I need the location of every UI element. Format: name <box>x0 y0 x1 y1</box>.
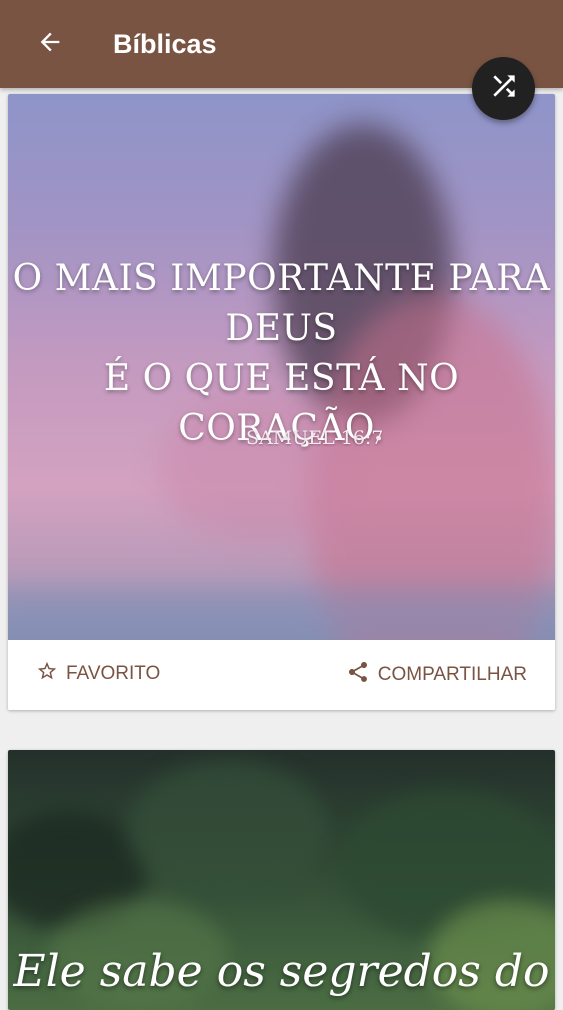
favorite-label: FAVORITO <box>66 663 161 684</box>
quote-reference: SAMUEL 16:7 <box>246 427 384 449</box>
favorite-button[interactable]: FAVORITO <box>36 660 160 688</box>
back-button[interactable] <box>30 26 70 62</box>
share-icon <box>346 660 378 690</box>
quote-card: O MAIS IMPORTANTE PARA DEUS É O QUE ESTÁ… <box>8 94 555 710</box>
quote-image[interactable]: O MAIS IMPORTANTE PARA DEUS É O QUE ESTÁ… <box>8 94 555 640</box>
share-button[interactable]: COMPARTILHAR <box>346 660 527 690</box>
quote-line-1: O MAIS IMPORTANTE PARA DEUS <box>12 258 551 349</box>
page-title: Bíblicas <box>113 29 217 59</box>
card-actions: FAVORITO COMPARTILHAR <box>8 640 555 710</box>
quote-text: O MAIS IMPORTANTE PARA DEUS É O QUE ESTÁ… <box>8 254 555 454</box>
share-label: COMPARTILHAR <box>377 664 527 685</box>
arrow-back-icon <box>36 28 64 61</box>
quote-image[interactable]: Ele sabe os segredos do <box>8 750 555 1010</box>
quote-text: Ele sabe os segredos do <box>13 946 550 997</box>
shuffle-button[interactable] <box>472 57 535 120</box>
image-foliage <box>128 760 328 900</box>
image-horizon <box>8 589 555 640</box>
star-outline-icon <box>36 660 66 688</box>
quote-card: Ele sabe os segredos do <box>8 750 555 1010</box>
shuffle-icon <box>488 70 520 107</box>
